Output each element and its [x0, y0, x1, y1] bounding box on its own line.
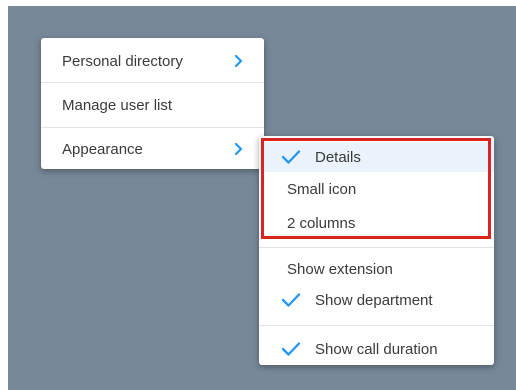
- menu-item-label: Appearance: [62, 140, 143, 158]
- menu-item-appearance[interactable]: Appearance: [41, 129, 264, 169]
- appearance-submenu: Details Small icon 2 columns Show extens…: [259, 136, 494, 365]
- chevron-right-icon: [234, 142, 243, 156]
- submenu-item-details[interactable]: Details: [259, 142, 494, 172]
- submenu-item-label: Show department: [315, 291, 433, 309]
- menu-item-manage-user-list[interactable]: Manage user list: [41, 85, 264, 125]
- menu-item-label: Personal directory: [62, 52, 183, 70]
- chevron-right-icon: [234, 54, 243, 68]
- checkmark-icon: [281, 293, 301, 307]
- menu-item-personal-directory[interactable]: Personal directory: [41, 41, 264, 81]
- menu-divider: [41, 82, 264, 83]
- submenu-item-show-extension[interactable]: Show extension: [259, 254, 494, 284]
- submenu-item-label: Show extension: [287, 260, 393, 278]
- submenu-item-2-columns[interactable]: 2 columns: [259, 208, 494, 238]
- checkmark-icon: [281, 342, 301, 356]
- checkmark-icon: [281, 150, 301, 164]
- submenu-item-label: Details: [315, 148, 361, 166]
- menu-item-label: Manage user list: [62, 96, 173, 114]
- submenu-item-show-call-duration[interactable]: Show call duration: [259, 334, 494, 364]
- context-menu: Personal directory Manage user list Appe…: [41, 38, 264, 169]
- submenu-item-label: Small icon: [287, 180, 357, 198]
- menu-divider: [41, 127, 264, 128]
- submenu-item-label: Show call duration: [315, 340, 438, 358]
- submenu-divider: [259, 325, 494, 326]
- submenu-item-show-department[interactable]: Show department: [259, 285, 494, 315]
- submenu-divider: [259, 247, 494, 248]
- submenu-item-small-icon[interactable]: Small icon: [259, 174, 494, 204]
- submenu-item-label: 2 columns: [287, 214, 356, 232]
